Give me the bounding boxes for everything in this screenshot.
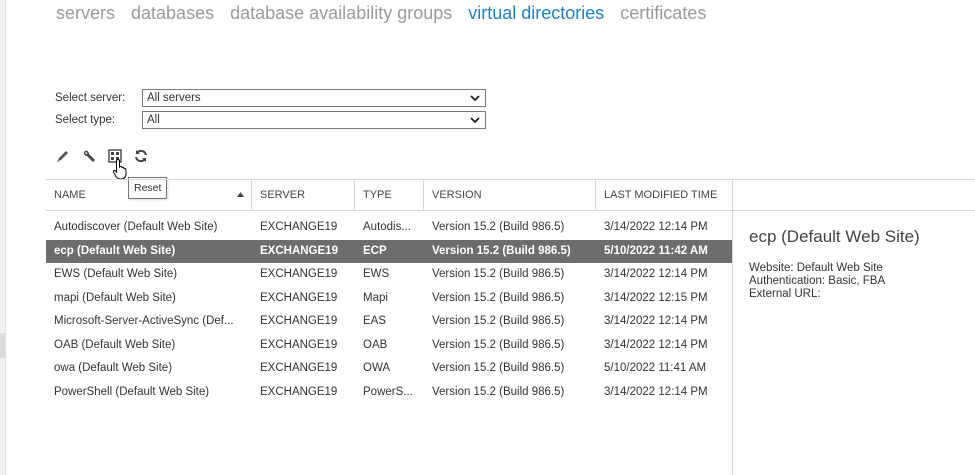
tab-bar: servers databases database availability … xyxy=(56,2,706,24)
cell-version: Version 15.2 (Build 986.5) xyxy=(432,221,565,233)
cell-version: Version 15.2 (Build 986.5) xyxy=(432,292,565,304)
tab-database-availability-groups[interactable]: database availability groups xyxy=(230,2,452,24)
column-header-type[interactable]: TYPE xyxy=(355,180,424,210)
cell-modified: 3/14/2022 12:14 PM xyxy=(604,339,708,351)
table-row[interactable]: mapi (Default Web Site) EXCHANGE19 Mapi … xyxy=(46,287,732,310)
refresh-icon[interactable] xyxy=(131,146,151,166)
left-panel-edge xyxy=(0,0,6,475)
details-pane: ecp (Default Web Site) Website: Default … xyxy=(749,226,969,301)
toolbar xyxy=(53,146,151,166)
table-row-selected[interactable]: ecp (Default Web Site) EXCHANGE19 ECP Ve… xyxy=(46,240,732,263)
type-filter-row: Select type: All xyxy=(55,111,486,129)
table-row[interactable]: OAB (Default Web Site) EXCHANGE19 OAB Ve… xyxy=(46,334,732,357)
cell-server: EXCHANGE19 xyxy=(260,268,338,280)
cell-version: Version 15.2 (Build 986.5) xyxy=(432,268,565,280)
table-row[interactable]: EWS (Default Web Site) EXCHANGE19 EWS Ve… xyxy=(46,263,732,286)
edit-icon[interactable] xyxy=(53,146,73,166)
cell-server: EXCHANGE19 xyxy=(260,245,338,257)
select-server-dropdown[interactable]: All servers xyxy=(142,89,486,107)
cell-modified: 3/14/2022 12:14 PM xyxy=(604,221,708,233)
cell-modified: 5/10/2022 11:41 AM xyxy=(604,362,707,374)
cell-type: OWA xyxy=(363,362,391,374)
column-header-server[interactable]: SERVER xyxy=(252,180,355,210)
table-row[interactable]: owa (Default Web Site) EXCHANGE19 OWA Ve… xyxy=(46,357,732,380)
table-row[interactable]: PowerShell (Default Web Site) EXCHANGE19… xyxy=(46,381,732,404)
select-type-label: Select type: xyxy=(55,114,116,126)
cell-name: PowerShell (Default Web Site) xyxy=(54,386,210,398)
select-type-dropdown[interactable]: All xyxy=(142,111,486,129)
column-header-name-label: NAME xyxy=(54,189,86,201)
column-header-last-modified[interactable]: LAST MODIFIED TIME xyxy=(596,180,733,210)
cell-type: PowerS... xyxy=(363,386,413,398)
cell-version: Version 15.2 (Build 986.5) xyxy=(432,339,565,351)
select-server-value: All servers xyxy=(147,92,201,104)
wrench-icon[interactable] xyxy=(79,146,99,166)
table-row[interactable]: Microsoft-Server-ActiveSync (Def... EXCH… xyxy=(46,310,732,333)
cell-modified: 5/10/2022 11:42 AM xyxy=(604,245,708,257)
left-panel-handle[interactable] xyxy=(0,333,5,358)
tab-databases[interactable]: databases xyxy=(131,2,214,24)
cell-version: Version 15.2 (Build 986.5) xyxy=(432,362,565,374)
cell-server: EXCHANGE19 xyxy=(260,315,338,327)
cell-name: Microsoft-Server-ActiveSync (Def... xyxy=(54,315,234,327)
tab-servers[interactable]: servers xyxy=(56,2,115,24)
cell-name: ecp (Default Web Site) xyxy=(54,245,176,257)
cell-type: Mapi xyxy=(363,292,388,304)
cell-modified: 3/14/2022 12:15 PM xyxy=(604,292,708,304)
select-server-label: Select server: xyxy=(55,92,126,104)
cell-name: EWS (Default Web Site) xyxy=(54,268,178,280)
cell-version: Version 15.2 (Build 986.5) xyxy=(432,245,571,257)
chevron-down-icon xyxy=(469,112,481,133)
details-external-url: External URL: xyxy=(749,288,821,300)
details-title: ecp (Default Web Site) xyxy=(749,227,920,246)
table-header: NAME SERVER TYPE VERSION LAST MODIFIED T… xyxy=(46,179,975,211)
cell-name: OAB (Default Web Site) xyxy=(54,339,176,351)
cell-server: EXCHANGE19 xyxy=(260,339,338,351)
column-header-name[interactable]: NAME xyxy=(46,180,252,210)
details-website: Website: Default Web Site xyxy=(749,262,883,274)
select-type-value: All xyxy=(147,114,160,126)
details-authentication: Authentication: Basic, FBA xyxy=(749,275,886,287)
server-filter-row: Select server: All servers xyxy=(55,89,486,107)
cell-type: OAB xyxy=(363,339,388,351)
cell-modified: 3/14/2022 12:14 PM xyxy=(604,268,708,280)
cell-type: Autodis... xyxy=(363,221,411,233)
cell-type: ECP xyxy=(363,245,387,257)
cell-version: Version 15.2 (Build 986.5) xyxy=(432,386,565,398)
cell-modified: 3/14/2022 12:14 PM xyxy=(604,386,708,398)
cell-server: EXCHANGE19 xyxy=(260,221,338,233)
details-divider xyxy=(732,209,733,475)
cell-server: EXCHANGE19 xyxy=(260,362,338,374)
chevron-down-icon xyxy=(469,90,481,111)
tab-virtual-directories[interactable]: virtual directories xyxy=(468,2,604,24)
cell-modified: 3/14/2022 12:14 PM xyxy=(604,315,708,327)
cell-server: EXCHANGE19 xyxy=(260,292,338,304)
cell-type: EAS xyxy=(363,315,387,327)
cell-name: mapi (Default Web Site) xyxy=(54,292,176,304)
cell-name: owa (Default Web Site) xyxy=(54,362,173,374)
cell-version: Version 15.2 (Build 986.5) xyxy=(432,315,565,327)
cell-server: EXCHANGE19 xyxy=(260,386,338,398)
column-header-version[interactable]: VERSION xyxy=(424,180,596,210)
cell-type: EWS xyxy=(363,268,390,280)
cell-name: Autodiscover (Default Web Site) xyxy=(54,221,218,233)
table-row[interactable]: Autodiscover (Default Web Site) EXCHANGE… xyxy=(46,216,732,239)
tab-certificates[interactable]: certificates xyxy=(620,2,706,24)
